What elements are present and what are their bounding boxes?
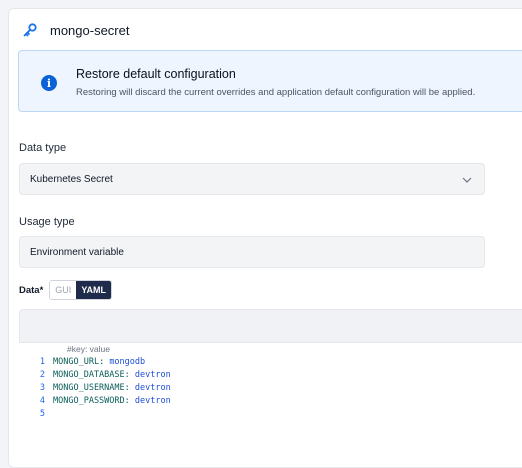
info-description: Restoring will discard the current overr…: [76, 87, 476, 98]
yaml-key: MONGO_DATABASE: [53, 370, 125, 380]
code-line: 2 MONGO_DATABASE: devtron: [19, 369, 522, 382]
data-type-select[interactable]: Kubernetes Secret: [19, 163, 485, 195]
line-number: 4: [39, 396, 45, 406]
secret-name: mongo-secret: [50, 22, 130, 38]
code-line: 3 MONGO_USERNAME: devtron: [19, 382, 522, 395]
tab-gui[interactable]: GUI: [50, 281, 77, 299]
editor-placeholder-comment: #key: value: [67, 344, 110, 354]
yaml-value: devtron: [134, 396, 171, 406]
info-icon: i: [41, 75, 57, 91]
restore-info-banner: i Restore default configuration Restorin…: [18, 50, 522, 112]
yaml-value: mongodb: [109, 357, 146, 367]
usage-type-value: Environment variable: [30, 246, 124, 258]
code-line: 5: [19, 408, 522, 421]
yaml-value: devtron: [134, 370, 171, 380]
data-tabs: GUI YAML: [49, 280, 112, 300]
usage-type-label: Usage type: [19, 216, 75, 228]
yaml-key: MONGO_USERNAME: [53, 383, 125, 393]
editor-toolbar: [19, 309, 522, 343]
yaml-value: devtron: [134, 383, 171, 393]
line-number: 1: [39, 357, 45, 367]
line-number: 5: [39, 409, 45, 419]
code-line: 4 MONGO_PASSWORD: devtron: [19, 395, 522, 408]
header: mongo-secret: [22, 22, 129, 38]
code-line: 1 MONGO_URL: mongodb: [19, 356, 522, 369]
tab-yaml[interactable]: YAML: [76, 281, 111, 299]
chevron-down-icon: [462, 177, 472, 183]
line-number: 3: [39, 383, 45, 393]
data-label: Data*: [19, 284, 44, 296]
usage-type-field[interactable]: Environment variable: [19, 236, 485, 268]
key-icon: [23, 23, 37, 37]
info-title: Restore default configuration: [76, 67, 236, 81]
line-number: 2: [39, 370, 45, 380]
yaml-key: MONGO_PASSWORD: [53, 396, 125, 406]
yaml-key: MONGO_URL: [53, 357, 100, 367]
data-type-value: Kubernetes Secret: [30, 173, 113, 185]
data-header: Data* GUI YAML: [19, 280, 112, 300]
data-type-label: Data type: [19, 142, 67, 154]
yaml-editor[interactable]: #key: value 1 MONGO_URL: mongodb 2 MONGO…: [19, 343, 522, 421]
